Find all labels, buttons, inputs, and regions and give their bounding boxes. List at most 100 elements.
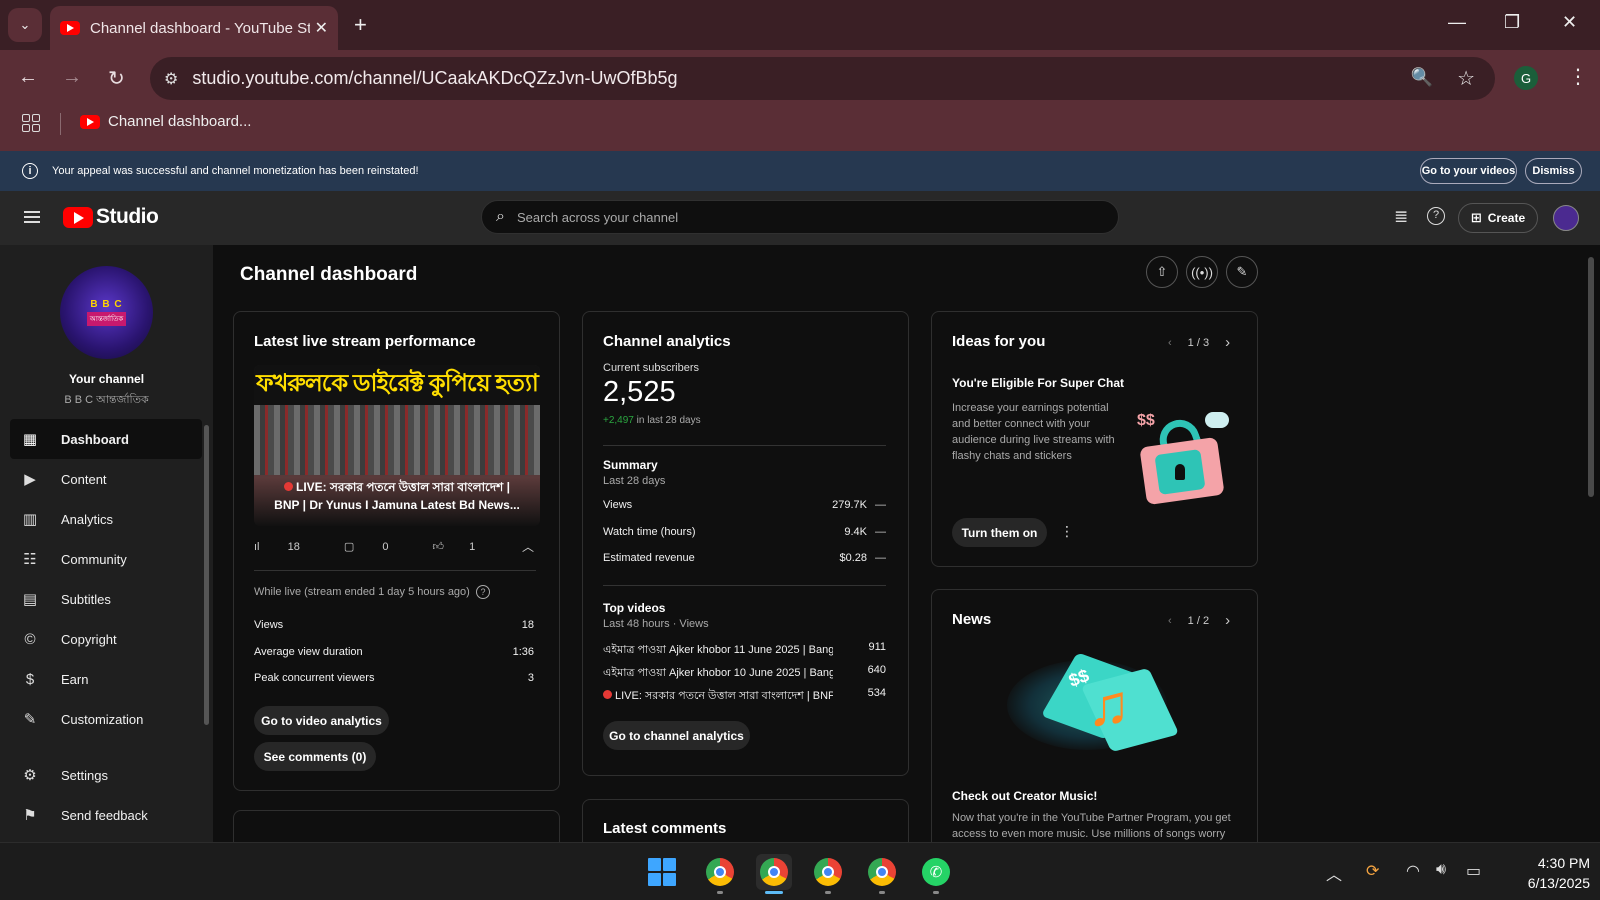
sidebar-scrollbar[interactable] bbox=[204, 425, 209, 725]
sidebar-item-dashboard[interactable]: ▦ Dashboard bbox=[10, 419, 202, 459]
back-icon[interactable]: ← bbox=[18, 66, 38, 89]
turn-them-on-button[interactable]: Turn them on bbox=[952, 518, 1047, 547]
upload-button[interactable]: ⇧ bbox=[1146, 256, 1178, 288]
go-to-videos-button[interactable]: Go to your videos bbox=[1420, 158, 1517, 184]
go-live-button[interactable]: ((•)) bbox=[1186, 256, 1218, 288]
kebab-icon[interactable]: ⋮ bbox=[1568, 64, 1588, 89]
create-post-button[interactable]: ✎ bbox=[1226, 256, 1258, 288]
summary-row-views: Views 279.7K — bbox=[603, 499, 886, 511]
taskbar-chrome-3[interactable] bbox=[810, 854, 846, 890]
top-video-row[interactable]: এইমাত্র পাওয়া Ajker khobor 10 June 2025… bbox=[603, 664, 886, 683]
top-video-row[interactable]: এইমাত্র পাওয়া Ajker khobor 11 June 2025… bbox=[603, 641, 886, 660]
top-video-row[interactable]: LIVE: সরকার পতনে উত্তাল সারা বাংলাদেশ | … bbox=[603, 687, 886, 706]
chevron-up-icon[interactable]: ︿ bbox=[522, 538, 534, 555]
wifi-icon[interactable]: ◠ bbox=[1406, 861, 1420, 881]
live-icon: ((•)) bbox=[1191, 264, 1213, 280]
sidebar-item-earn[interactable]: $ Earn bbox=[10, 659, 202, 699]
help-icon[interactable]: ? bbox=[475, 585, 490, 599]
browser-tab-active[interactable]: Channel dashboard - YouTube Studio ✕ bbox=[50, 6, 338, 50]
top-video-views: 911 bbox=[868, 641, 886, 653]
summary-row-watch-time: Watch time (hours) 9.4K — bbox=[603, 526, 886, 538]
forward-icon[interactable]: → bbox=[62, 66, 82, 89]
tab-close-icon[interactable]: ✕ bbox=[315, 18, 328, 38]
system-clock[interactable]: 4:30 PM 6/13/2025 bbox=[1500, 853, 1590, 893]
address-bar[interactable]: ⚙ studio.youtube.com/channel/UCaakAKDcQZ… bbox=[150, 57, 1495, 100]
chevron-right-icon[interactable]: › bbox=[1225, 334, 1230, 351]
account-avatar[interactable] bbox=[1553, 205, 1579, 231]
taskbar-chrome-1[interactable] bbox=[702, 854, 738, 890]
windows-start-icon[interactable] bbox=[648, 858, 676, 886]
youtube-logo-icon bbox=[63, 206, 93, 228]
row-value: 1:36 bbox=[512, 646, 534, 658]
volume-icon[interactable]: 🔊︎ bbox=[1436, 861, 1446, 879]
chevron-right-icon[interactable]: › bbox=[1225, 612, 1230, 629]
thumbnail-caption-2: BNP | Dr Yunus I Jamuna Latest Bd News..… bbox=[274, 498, 520, 512]
sidebar-item-label: Analytics bbox=[61, 511, 114, 527]
search-input[interactable]: ⌕ Search across your channel bbox=[481, 200, 1119, 234]
sidebar-item-copyright[interactable]: © Copyright bbox=[10, 619, 202, 659]
star-icon[interactable]: ☆ bbox=[1457, 66, 1475, 91]
captions-icon[interactable]: ≣ bbox=[1394, 207, 1408, 227]
tray-overflow-chevron-icon[interactable]: ︿ bbox=[1326, 861, 1342, 885]
card-title: Latest comments bbox=[603, 820, 727, 837]
site-settings-icon[interactable]: ⚙ bbox=[164, 69, 178, 89]
sidebar-item-send-feedback[interactable]: ⚑ Send feedback bbox=[10, 795, 202, 835]
live-row-views: Views 18 bbox=[254, 619, 534, 631]
apps-icon[interactable] bbox=[22, 114, 40, 132]
summary-row-revenue: Estimated revenue $0.28 — bbox=[603, 552, 886, 564]
sidebar-item-content[interactable]: ▶ Content bbox=[10, 459, 202, 499]
battery-icon[interactable]: ▭ bbox=[1466, 861, 1481, 881]
sidebar-item-analytics[interactable]: ▥ Analytics bbox=[10, 499, 202, 539]
chevron-down-icon: ⌄ bbox=[19, 17, 31, 32]
sidebar-item-customization[interactable]: ✎ Customization bbox=[10, 699, 202, 739]
tab-search-button[interactable]: ⌄ bbox=[8, 8, 42, 42]
taskbar-chrome-2[interactable] bbox=[756, 854, 792, 890]
studio-logo[interactable]: Studio bbox=[63, 205, 159, 229]
create-plus-icon: ⊞ bbox=[1470, 210, 1482, 225]
super-chat-lock-illustration: $$ bbox=[1137, 412, 1229, 506]
main-scrollbar[interactable] bbox=[1588, 257, 1594, 497]
trend-flat-icon: — bbox=[875, 526, 886, 538]
new-tab-button[interactable]: + bbox=[354, 12, 367, 38]
subscribers-delta-suffix: in last 28 days bbox=[636, 415, 701, 426]
subscribers-label: Current subscribers bbox=[603, 362, 699, 374]
menu-icon[interactable] bbox=[24, 211, 40, 223]
go-to-video-analytics-button[interactable]: Go to video analytics bbox=[254, 706, 389, 735]
live-row-peak-viewers: Peak concurrent viewers 3 bbox=[254, 672, 534, 684]
zoom-icon[interactable]: 🔍 bbox=[1411, 67, 1433, 88]
divider bbox=[254, 570, 536, 571]
whatsapp-icon: ✆ bbox=[922, 858, 950, 886]
reload-icon[interactable]: ↻ bbox=[108, 66, 125, 91]
go-to-channel-analytics-button[interactable]: Go to channel analytics bbox=[603, 721, 750, 750]
analytics-icon: ▥ bbox=[22, 511, 38, 528]
pager-text: 1 / 2 bbox=[1187, 614, 1210, 627]
chrome-icon bbox=[706, 858, 734, 886]
sidebar-item-settings[interactable]: ⚙ Settings bbox=[10, 755, 202, 795]
video-thumbnail[interactable]: ফখরুলকে ডাইরেক্ট কুপিয়ে হত্যা LIVE: সরক… bbox=[254, 365, 540, 526]
help-icon[interactable]: ? bbox=[1427, 207, 1445, 225]
next-card-partial bbox=[233, 810, 560, 842]
settings-icon: ⚙ bbox=[23, 767, 37, 784]
url-text[interactable]: studio.youtube.com/channel/UCaakAKDcQZzJ… bbox=[192, 68, 677, 89]
see-comments-button[interactable]: See comments (0) bbox=[254, 742, 376, 771]
bookmark-channel-dashboard[interactable]: Channel dashboard... bbox=[80, 113, 251, 130]
while-live-label: While live (stream ended 1 day 5 hours a… bbox=[254, 585, 490, 599]
close-window-button[interactable]: ✕ bbox=[1562, 12, 1577, 33]
create-button[interactable]: ⊞ Create bbox=[1458, 203, 1538, 233]
earn-icon: $ bbox=[25, 670, 35, 688]
chevron-left-icon[interactable]: ‹ bbox=[1168, 337, 1172, 349]
more-options-icon[interactable]: ⋮ bbox=[1060, 523, 1074, 540]
news-heading: Check out Creator Music! bbox=[952, 789, 1098, 803]
taskbar-chrome-4[interactable] bbox=[864, 854, 900, 890]
dismiss-button[interactable]: Dismiss bbox=[1525, 158, 1582, 184]
sidebar-item-community[interactable]: ☷ Community bbox=[10, 539, 202, 579]
likes-stat: 👍︎ 1 bbox=[433, 540, 498, 553]
sidebar-item-subtitles[interactable]: ▤ Subtitles bbox=[10, 579, 202, 619]
minimize-button[interactable]: — bbox=[1448, 12, 1466, 33]
channel-avatar[interactable]: B B C আন্তর্জাতিক bbox=[60, 266, 153, 359]
taskbar-whatsapp[interactable]: ✆ bbox=[918, 854, 954, 890]
sync-icon[interactable]: ⟳ bbox=[1366, 861, 1379, 881]
chevron-left-icon[interactable]: ‹ bbox=[1168, 615, 1172, 627]
profile-avatar[interactable]: G bbox=[1514, 66, 1538, 90]
restore-button[interactable]: ❐ bbox=[1504, 12, 1520, 33]
